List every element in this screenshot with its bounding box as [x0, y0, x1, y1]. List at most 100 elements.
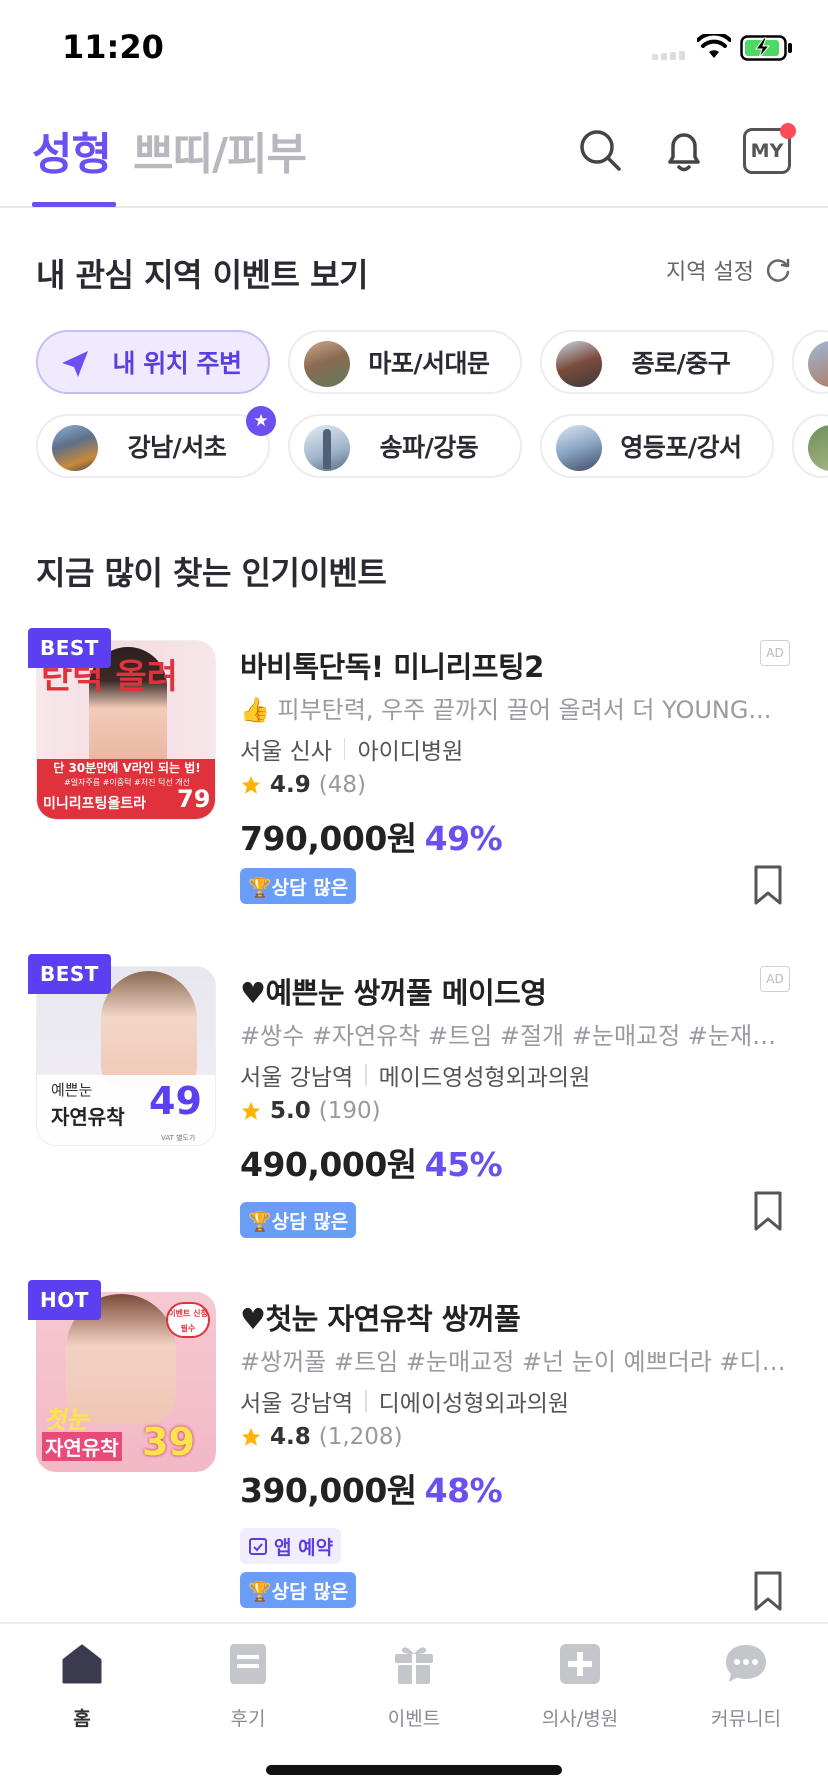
star-icon: [241, 1101, 261, 1120]
chip-label: 내 위치 주변: [112, 349, 242, 378]
bookmark-icon[interactable]: [752, 1190, 784, 1232]
nav-events[interactable]: 이벤트: [344, 1642, 484, 1731]
chat-bubble-icon: [726, 1645, 766, 1682]
bell-icon[interactable]: [658, 124, 710, 176]
app-booking-label: 앱 예약: [274, 1536, 334, 1559]
nav-home[interactable]: 홈: [12, 1642, 152, 1731]
event-price: 390,000원 48%: [240, 1464, 503, 1512]
region-setting-label: 지역 설정: [666, 260, 754, 285]
nav-label: 커뮤니티: [711, 1708, 781, 1730]
thumbnail-price: 49: [149, 1079, 202, 1123]
chip-label: 영등포/강서: [620, 433, 742, 462]
region-setting-button[interactable]: 지역 설정: [666, 254, 792, 286]
home-indicator: [266, 1765, 562, 1775]
hospital-cross-icon: [560, 1644, 600, 1684]
nav-label: 후기: [230, 1708, 266, 1730]
event-area: 서울 신사: [240, 739, 332, 765]
best-tag: BEST: [28, 628, 111, 668]
wifi-icon: [697, 34, 731, 58]
thumbnail-product: 미니리프팅울트라: [43, 796, 147, 812]
thumbnail-sticker: 이벤트 신청필수: [166, 1302, 210, 1338]
event-rating: 4.9 (48): [240, 772, 366, 798]
calendar-check-icon: [249, 1538, 267, 1555]
thumbnail-product: 자연유착: [42, 1432, 122, 1461]
nav-reviews[interactable]: 후기: [178, 1642, 318, 1731]
refresh-icon: [766, 258, 790, 282]
event-area: 서울 강남역: [240, 1391, 354, 1417]
popular-events-title: 지금 많이 찾는 인기이벤트: [36, 554, 387, 592]
event-title: ♥예쁜눈 쌍꺼풀 메이드영: [240, 976, 547, 1010]
best-tag: BEST: [28, 954, 111, 994]
event-area: 서울 강남역: [240, 1065, 354, 1091]
nav-label: 홈: [73, 1708, 91, 1730]
event-description: 👍 피부탄력, 우주 끝까지 끌어 올려서 더 YOUNG...: [240, 696, 772, 724]
battery-icon: [740, 35, 792, 61]
consult-badge: 🏆상담 많은: [240, 1202, 357, 1238]
status-time: 11:20: [62, 28, 164, 66]
event-card[interactable]: 탄력 올려 단 30분만에 V라인 되는 법! #얼자주름 #이중턱 #처진 턱…: [0, 628, 828, 954]
nav-community[interactable]: 커뮤니티: [676, 1642, 816, 1731]
chip-mapo[interactable]: 마포/서대문: [288, 330, 522, 394]
rating-score: 4.8: [270, 1424, 311, 1450]
app-booking-badge: 앱 예약: [240, 1528, 342, 1564]
price-value: 490,000원: [240, 1145, 417, 1184]
consult-badge: 🏆상담 많은: [240, 868, 357, 904]
my-page-button[interactable]: MY: [743, 123, 796, 174]
event-clinic[interactable]: 아이디병원: [357, 732, 463, 766]
region-section-title: 내 관심 지역 이벤트 보기: [36, 256, 368, 294]
chip-songpa[interactable]: 송파/강동: [288, 414, 522, 478]
event-title: 바비톡단독! 미니리프팅2: [240, 650, 544, 684]
review-count: (1,208): [318, 1424, 403, 1450]
thumbnail-headline: 예쁜눈: [51, 1081, 93, 1099]
tab-plastic-surgery[interactable]: 성형: [32, 118, 112, 182]
ad-badge: AD: [760, 640, 790, 666]
chip-yeongdeungpo[interactable]: 영등포/강서: [540, 414, 774, 478]
thumbnail-price: 79: [177, 785, 211, 813]
chip-label: 마포/서대문: [368, 349, 490, 378]
discount-rate: 49%: [424, 819, 503, 858]
region-thumbnail: [808, 425, 828, 471]
rating-score: 4.9: [270, 772, 311, 798]
status-bar: 11:20: [0, 0, 828, 100]
chip-jongno[interactable]: 종로/중구: [540, 330, 774, 394]
home-icon: [62, 1644, 102, 1684]
thumbnail-headline: 첫눈: [44, 1406, 89, 1434]
hot-tag: HOT: [28, 1280, 101, 1320]
nav-doctors[interactable]: 의사/병원: [510, 1642, 650, 1731]
thumbnail-product: 자연유착: [51, 1105, 125, 1129]
event-clinic[interactable]: 디에이성형외과의원: [379, 1384, 569, 1418]
chip-more-row2[interactable]: [792, 414, 828, 478]
bookmark-icon[interactable]: [752, 864, 784, 906]
nav-label: 의사/병원: [541, 1708, 619, 1730]
chip-gangnam[interactable]: 강남/서초 ★: [36, 406, 276, 478]
price-value: 390,000원: [240, 1471, 417, 1510]
nav-label: 이벤트: [387, 1708, 441, 1730]
bookmark-icon[interactable]: [752, 1570, 784, 1612]
event-location: 서울 신사 아이디병원: [240, 732, 463, 766]
event-card[interactable]: 이벤트 신청필수 첫눈 자연유착 39 HOT ♥첫눈 자연유착 쌍꺼풀 #쌍꺼…: [0, 1280, 828, 1611]
chip-label: 종로/중구: [631, 349, 731, 378]
favorite-star-icon: ★: [246, 406, 276, 436]
event-clinic[interactable]: 메이드영성형외과의원: [379, 1058, 591, 1092]
app-header: 성형 쁘띠/피부 MY: [0, 110, 828, 208]
signal-icon: [652, 51, 685, 60]
review-count: (190): [318, 1098, 381, 1124]
tab-petit-skin[interactable]: 쁘띠/피부: [133, 118, 307, 182]
chip-my-location[interactable]: 내 위치 주변: [36, 330, 270, 394]
search-icon[interactable]: [574, 124, 626, 176]
thumbnail-price: 39: [142, 1420, 195, 1464]
star-icon: [241, 775, 261, 794]
event-rating: 5.0 (190): [240, 1098, 381, 1124]
rating-score: 5.0: [270, 1098, 311, 1124]
discount-rate: 48%: [424, 1471, 503, 1510]
chip-more-row1[interactable]: [792, 330, 828, 394]
consult-badge: 🏆상담 많은: [240, 1572, 357, 1608]
thumbnail-vat: VAT 별도가: [161, 1134, 196, 1142]
price-value: 790,000원: [240, 819, 417, 858]
chip-label: 강남/서초: [127, 433, 227, 462]
event-card[interactable]: 예쁜눈 자연유착 49 VAT 별도가 BEST ♥예쁜눈 쌍꺼풀 메이드영 A…: [0, 954, 828, 1280]
ad-badge: AD: [760, 966, 790, 992]
star-icon: [241, 1427, 261, 1446]
discount-rate: 45%: [424, 1145, 503, 1184]
review-count: (48): [318, 772, 366, 798]
